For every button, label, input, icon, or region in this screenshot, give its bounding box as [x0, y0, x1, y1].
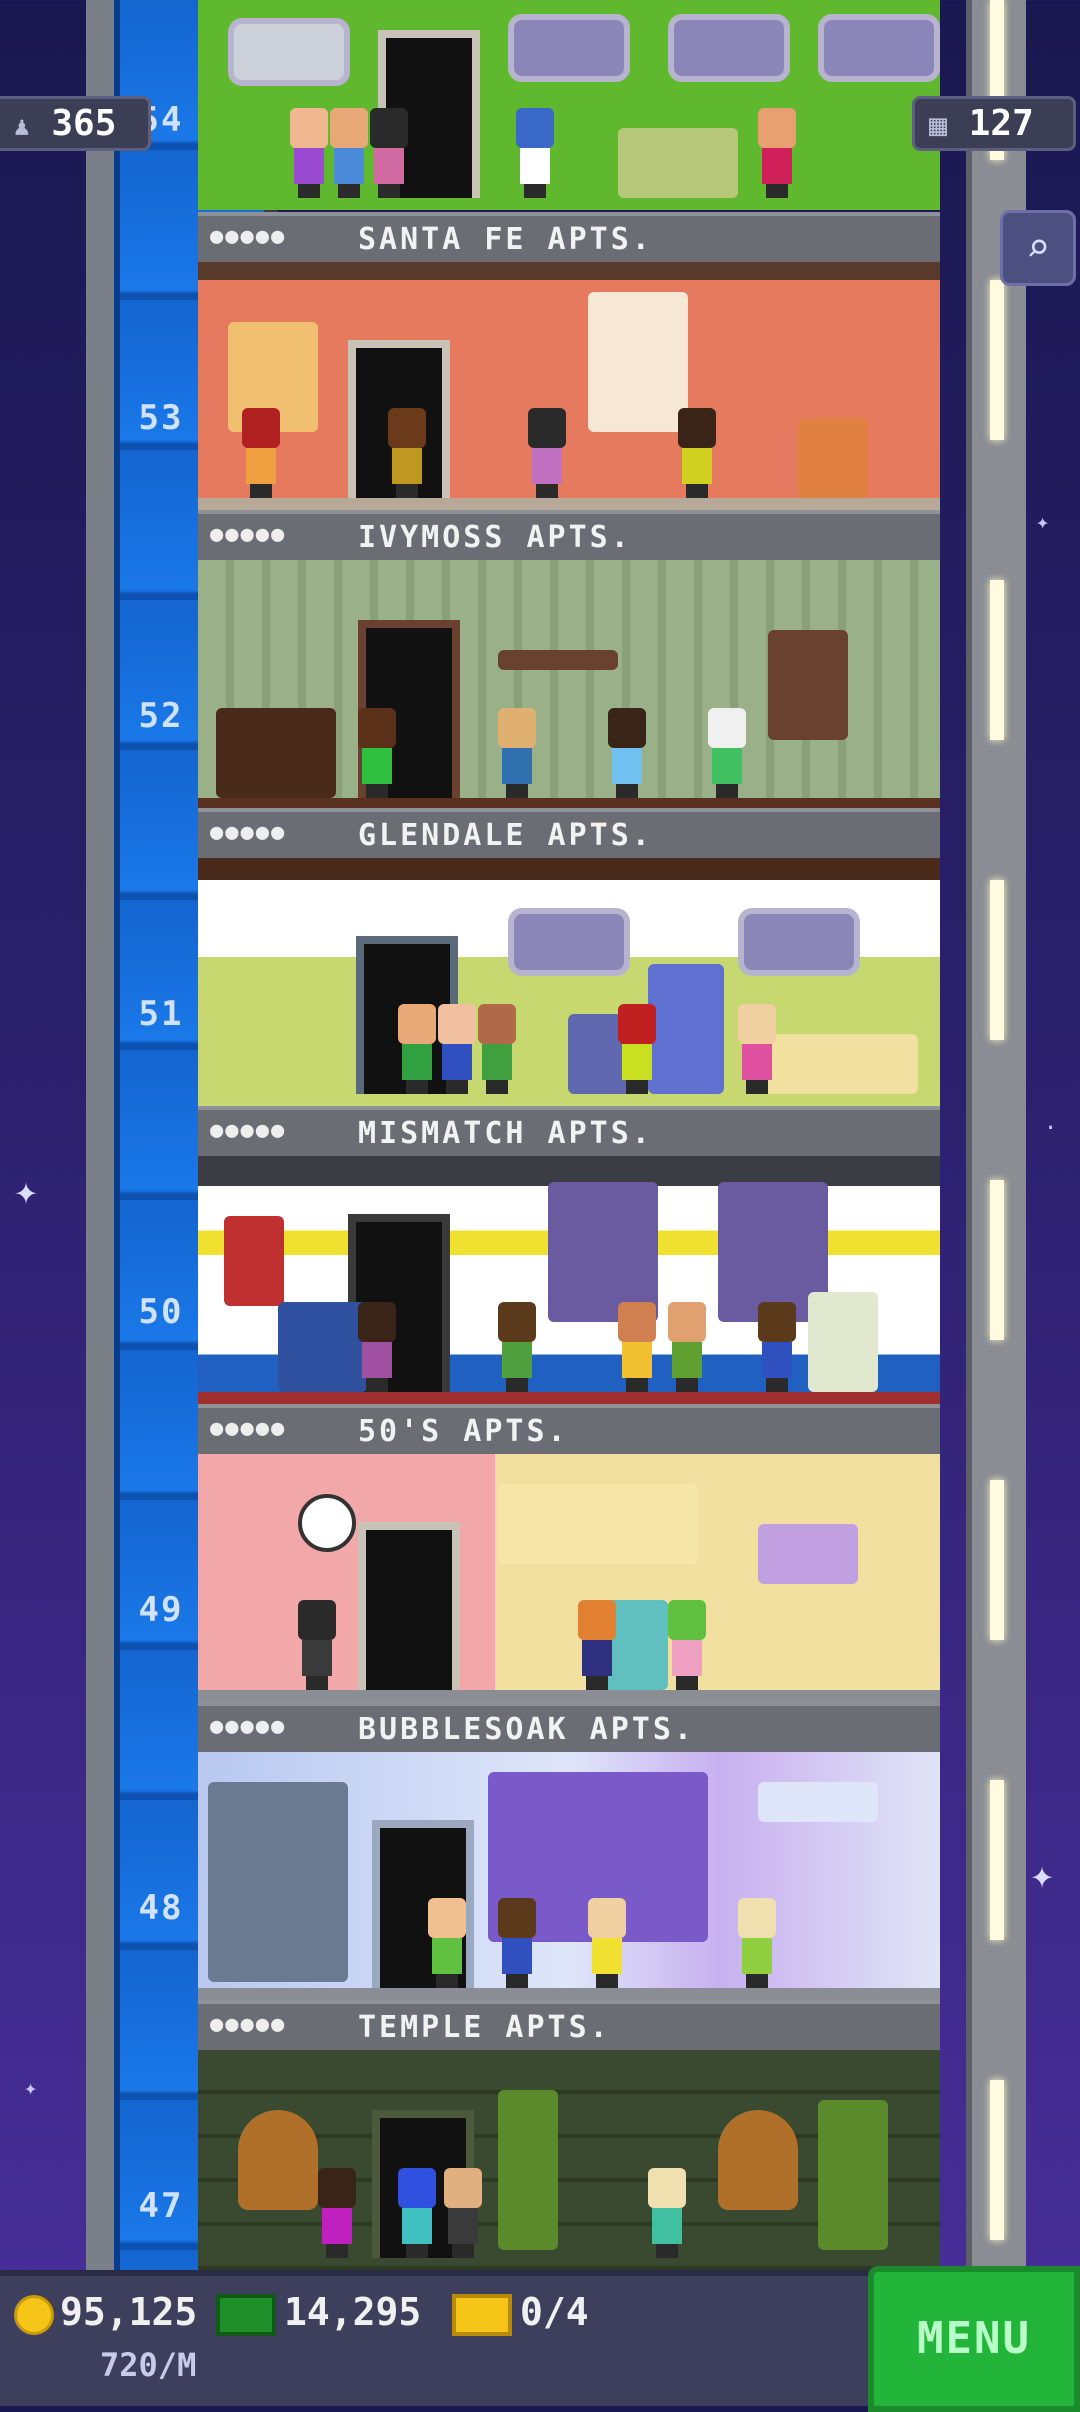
population-value: 365 — [51, 103, 117, 144]
coins-display[interactable]: 95,125 — [14, 2290, 197, 2335]
floor-48-room[interactable] — [198, 1752, 940, 2000]
floor-label-bar[interactable]: ●●●●● SANTA FE APTS. — [198, 212, 940, 268]
floor-label-bar[interactable]: ●●●●● TEMPLE APTS. — [198, 2000, 940, 2056]
floor-54-room[interactable] — [198, 0, 940, 210]
floor-label-bar[interactable]: ●●●●● BUBBLESOAK APTS. — [198, 1702, 940, 1758]
tickets-value: 0/4 — [520, 2290, 589, 2334]
resident-slots-indicator: ●●●●● — [210, 1714, 287, 1739]
floor-name-47: TEMPLE APTS. — [358, 2010, 611, 2045]
bux-icon — [216, 2293, 276, 2336]
floor-51-room[interactable] — [198, 858, 940, 1106]
floor-49-room[interactable] — [198, 1454, 940, 1702]
resident-slots-indicator: ●●●●● — [210, 1416, 287, 1441]
floor-label-bar[interactable]: ●●●●● GLENDALE APTS. — [198, 808, 940, 864]
bux-value: 14,295 — [284, 2290, 422, 2334]
floors-counter[interactable]: ▦ 127 — [912, 96, 1076, 151]
star-decoration: ✦ — [1036, 510, 1050, 535]
floor-name-53: SANTA FE APTS. — [358, 222, 653, 257]
building-icon: ▦ — [929, 108, 948, 143]
coin-rate: 720/M — [100, 2346, 197, 2384]
resident-slots-indicator: ●●●●● — [210, 820, 287, 845]
floors-value: 127 — [968, 103, 1034, 144]
magnifier-icon: ⌕ — [1025, 225, 1051, 271]
floor-name-52: IVYMOSS APTS. — [358, 520, 632, 555]
floor-50-room[interactable] — [198, 1156, 940, 1404]
floor-label-bar[interactable]: ●●●●● MISMATCH APTS. — [198, 1106, 940, 1162]
floor-52-room[interactable] — [198, 560, 940, 810]
menu-button[interactable]: MENU — [868, 2266, 1080, 2412]
star-decoration: · — [1044, 1116, 1058, 1141]
floor-53-room[interactable] — [198, 262, 940, 510]
star-decoration: ✦ — [14, 1168, 39, 1214]
floor-name-49: 50'S APTS. — [358, 1414, 569, 1449]
search-button[interactable]: ⌕ — [1000, 210, 1076, 286]
ticket-icon — [452, 2293, 512, 2336]
floor-name-50: MISMATCH APTS. — [358, 1116, 653, 1151]
resident-slots-indicator: ●●●●● — [210, 1118, 287, 1143]
resident-slots-indicator: ●●●●● — [210, 522, 287, 547]
star-decoration: ✦ — [1030, 1852, 1055, 1898]
coins-value: 95,125 — [60, 2290, 198, 2334]
coin-icon — [14, 2294, 54, 2335]
person-icon: ♟ — [14, 112, 30, 142]
population-counter[interactable]: ♟ 365 — [0, 96, 151, 151]
floor-47-room[interactable] — [198, 2050, 940, 2270]
resident-slots-indicator: ●●●●● — [210, 224, 287, 249]
floor-label-bar[interactable]: ●●●●● 50'S APTS. — [198, 1404, 940, 1460]
bux-display[interactable]: 14,295 — [216, 2290, 421, 2336]
floor-label-bar[interactable]: ●●●●● IVYMOSS APTS. — [198, 510, 940, 566]
star-decoration: ✦ — [24, 2076, 38, 2101]
tower-frame-right — [966, 0, 1026, 2270]
floor-name-48: BUBBLESOAK APTS. — [358, 1712, 695, 1747]
tickets-display[interactable]: 0/4 — [452, 2290, 589, 2336]
floor-name-51: GLENDALE APTS. — [358, 818, 653, 853]
resident-slots-indicator: ●●●●● — [210, 2012, 287, 2037]
